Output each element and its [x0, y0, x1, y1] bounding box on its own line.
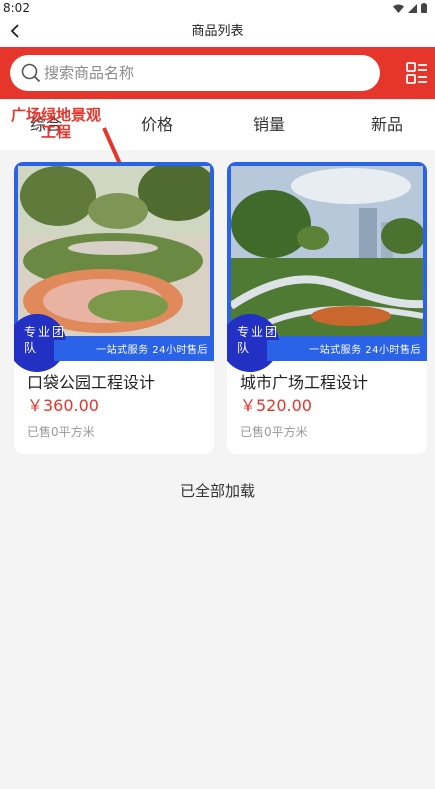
product-sold: 已售0平方米: [27, 425, 95, 439]
search-icon: [21, 63, 41, 83]
product-image: 专业团队 一站式服务 24小时售后: [14, 162, 214, 372]
page-title: 商品列表: [191, 24, 244, 39]
status-bar: 8:02: [0, 0, 435, 16]
tab-sales[interactable]: 销量: [253, 99, 285, 150]
search-input[interactable]: [44, 64, 344, 82]
service-banner: 一站式服务 24小时售后: [267, 340, 427, 361]
grid-list-icon: [406, 62, 427, 84]
signal-icon: [408, 3, 417, 13]
grid-list-toggle-button[interactable]: [405, 61, 429, 85]
status-time: 8:02: [3, 1, 30, 15]
service-banner: 一站式服务 24小时售后: [54, 340, 214, 361]
wifi-icon: [393, 4, 404, 13]
product-image: 专业团队 一站式服务 24小时售后: [227, 162, 427, 372]
search-bar: [0, 47, 435, 99]
nav-bar: 商品列表: [0, 16, 435, 47]
product-price: ￥360.00: [27, 396, 99, 415]
product-price: ￥520.00: [240, 396, 312, 415]
product-card[interactable]: 专业团队 一站式服务 24小时售后 城市广场工程设计 ￥520.00 已售0平方…: [227, 162, 427, 454]
list-end-text: 已全部加载: [179, 482, 255, 500]
product-title: 城市广场工程设计: [240, 373, 369, 392]
search-box[interactable]: [10, 55, 380, 91]
tab-new[interactable]: 新品: [371, 99, 403, 150]
product-sold: 已售0平方米: [240, 425, 308, 439]
product-title: 口袋公园工程设计: [27, 373, 156, 392]
product-card[interactable]: 专业团队 一站式服务 24小时售后 口袋公园工程设计 ￥360.00 已售0平方…: [14, 162, 214, 454]
battery-icon: [421, 3, 427, 13]
